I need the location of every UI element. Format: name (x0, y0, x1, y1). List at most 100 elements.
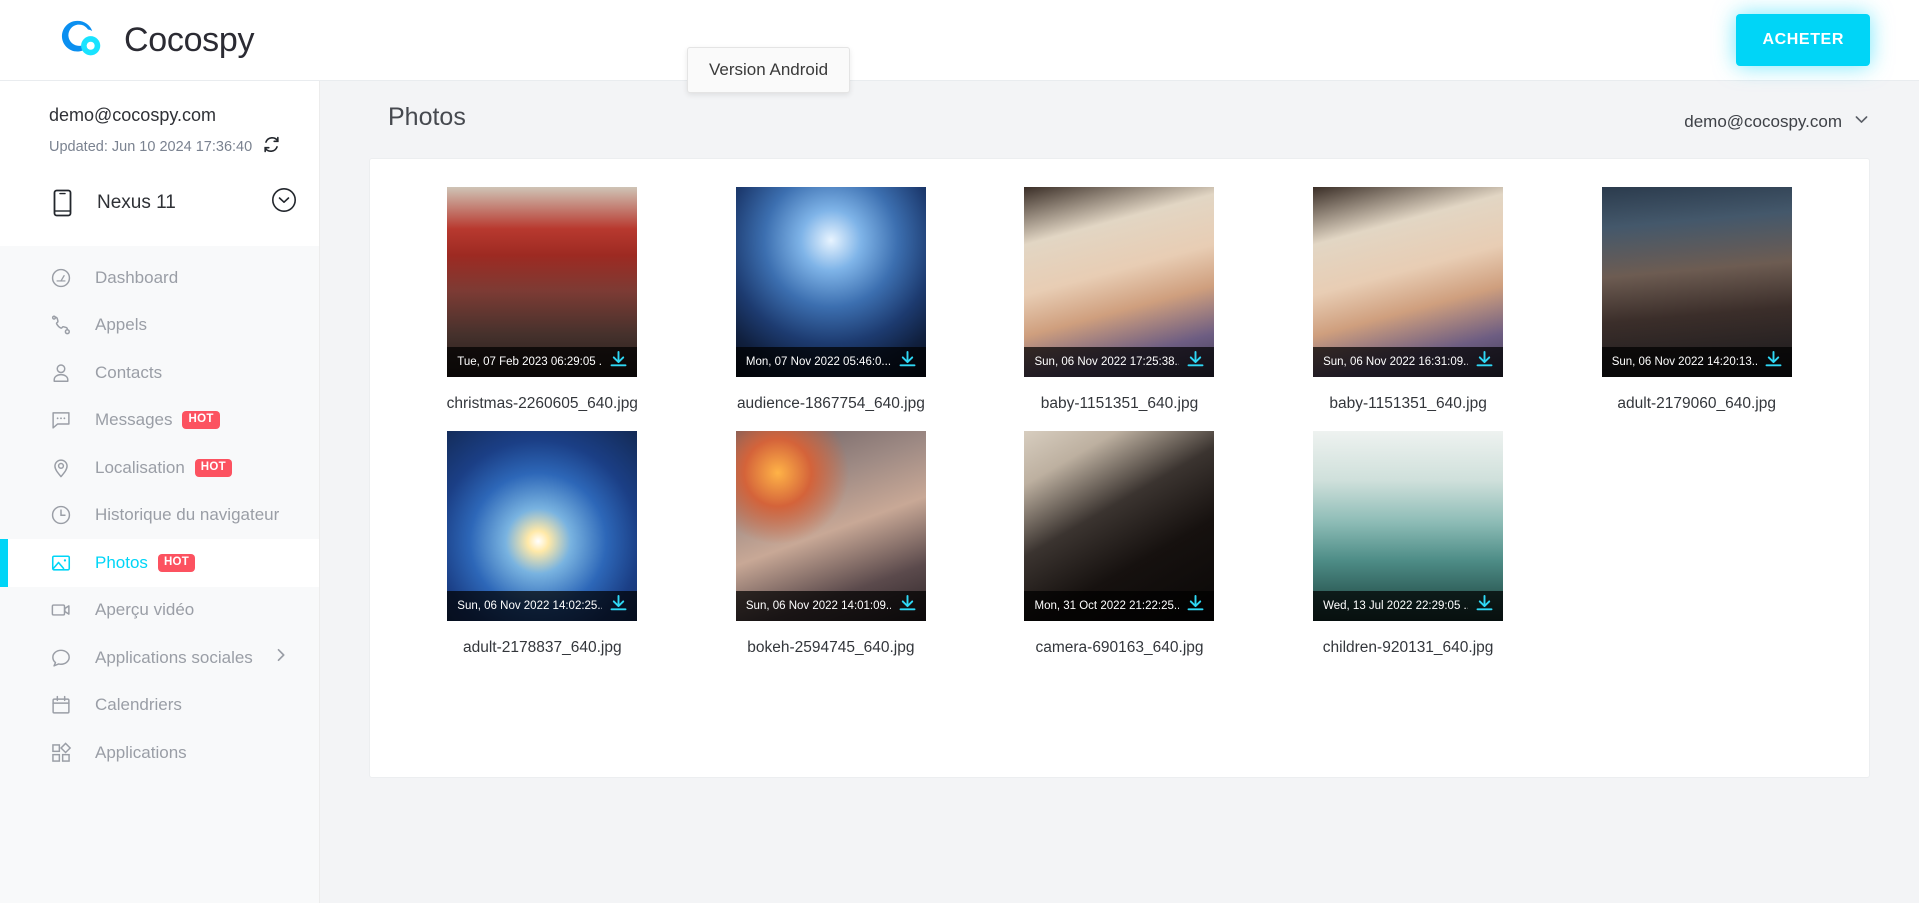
sidebar-item-label: Historique du navigateur (95, 505, 280, 525)
sidebar-item-photos[interactable]: Photos HOT (0, 539, 319, 587)
sidebar-item-dashboard[interactable]: Dashboard (0, 254, 319, 302)
top-bar-right: ACHETER (1736, 14, 1919, 66)
map-pin-icon (49, 457, 73, 479)
download-icon[interactable] (1185, 349, 1206, 375)
photo-overlay-bar: Sun, 06 Nov 2022 16:31:09... (1313, 347, 1504, 377)
calendar-icon (49, 694, 73, 716)
photo-overlay-bar: Mon, 07 Nov 2022 05:46:0... (735, 347, 926, 377)
photo-filename: children-920131_640.jpg (1322, 639, 1494, 656)
photo-timestamp: Sun, 06 Nov 2022 17:25:38... (1034, 356, 1180, 368)
sidebar-item-historique-du-navigateur[interactable]: Historique du navigateur (0, 492, 319, 540)
download-icon[interactable] (1474, 349, 1495, 375)
photo-item[interactable]: Sun, 06 Nov 2022 14:01:09... bokeh-259474… (687, 431, 976, 657)
sidebar-item-messages[interactable]: Messages HOT (0, 397, 319, 445)
photo-overlay-bar: Tue, 07 Feb 2023 06:29:05 ... (447, 347, 638, 377)
photo-item[interactable]: Sun, 06 Nov 2022 17:25:38... baby-1151351… (975, 187, 1264, 413)
video-camera-icon (49, 599, 73, 621)
photo-timestamp: Mon, 31 Oct 2022 21:22:25... (1034, 600, 1180, 612)
sidebar-item-label: Localisation (95, 457, 185, 477)
status-badge: HOT (194, 458, 232, 477)
main-content: Photos demo@cocospy.com Tue, 07 Feb 2023… (320, 81, 1919, 903)
photo-thumbnail[interactable]: Sun, 06 Nov 2022 16:31:09... (1313, 187, 1504, 377)
sidebar-item-label: Appels (95, 315, 147, 335)
photo-item[interactable]: Wed, 13 Jul 2022 22:29:05 ... children-92… (1264, 431, 1553, 657)
photo-item[interactable]: Sun, 06 Nov 2022 16:31:09... baby-1151351… (1264, 187, 1553, 413)
photo-overlay-bar: Wed, 13 Jul 2022 22:29:05 ... (1313, 591, 1504, 621)
photo-item[interactable]: Mon, 31 Oct 2022 21:22:25... camera-69016… (975, 431, 1264, 657)
chevron-right-icon[interactable] (273, 647, 289, 668)
account-email: demo@cocospy.com (49, 105, 217, 125)
phone-icon (49, 189, 75, 217)
page-title: Photos (388, 103, 466, 131)
sidebar-account: demo@cocospy.com Updated: Jun 10 2024 17… (0, 81, 319, 159)
sidebar-item-label: Dashboard (95, 267, 179, 287)
download-icon[interactable] (608, 593, 629, 619)
photo-thumbnail[interactable]: Wed, 13 Jul 2022 22:29:05 ... (1313, 431, 1504, 621)
download-icon[interactable] (1763, 349, 1784, 375)
sidebar-item-apercu-video[interactable]: Aperçu vidéo (0, 587, 319, 635)
photo-thumbnail[interactable]: Tue, 07 Feb 2023 06:29:05 ... (447, 187, 638, 377)
sidebar-item-label: Messages (95, 410, 173, 430)
photo-overlay-bar: Sun, 06 Nov 2022 14:20:13... (1601, 347, 1792, 377)
download-icon[interactable] (1474, 593, 1495, 619)
download-icon[interactable] (897, 349, 918, 375)
photo-item[interactable]: Tue, 07 Feb 2023 06:29:05 ... christmas-2… (398, 187, 687, 413)
sidebar-item-appels[interactable]: Appels (0, 302, 319, 350)
photo-timestamp: Sun, 06 Nov 2022 16:31:09... (1323, 356, 1469, 368)
photo-filename: bokeh-2594745_640.jpg (747, 639, 915, 656)
sidebar-item-label: Calendriers (95, 695, 182, 715)
account-menu-label: demo@cocospy.com (1684, 111, 1842, 131)
top-bar: Cocospy ACHETER (0, 0, 1919, 81)
download-icon[interactable] (608, 349, 629, 375)
sidebar-item-label: Applications (95, 742, 187, 762)
sidebar-item-localisation[interactable]: Localisation HOT (0, 444, 319, 492)
photo-overlay-bar: Sun, 06 Nov 2022 14:02:25... (447, 591, 638, 621)
brand[interactable]: Cocospy (60, 17, 254, 63)
photo-filename: audience-1867754_640.jpg (736, 395, 925, 412)
android-version-tooltip: Version Android (687, 47, 851, 93)
photo-item[interactable]: Sun, 06 Nov 2022 14:20:13... adult-217906… (1552, 187, 1841, 413)
buy-button[interactable]: ACHETER (1736, 14, 1870, 66)
chevron-down-circle-icon[interactable] (271, 187, 297, 218)
photo-thumbnail[interactable]: Mon, 31 Oct 2022 21:22:25... (1024, 431, 1215, 621)
photos-panel: Tue, 07 Feb 2023 06:29:05 ... christmas-2… (369, 158, 1870, 778)
speedometer-icon (49, 267, 73, 289)
sidebar: demo@cocospy.com Updated: Jun 10 2024 17… (0, 81, 320, 903)
photo-thumbnail[interactable]: Sun, 06 Nov 2022 14:02:25... (447, 431, 638, 621)
sidebar-item-calendriers[interactable]: Calendriers (0, 682, 319, 730)
sidebar-item-label: Applications sociales (95, 647, 253, 667)
body-area: demo@cocospy.com Updated: Jun 10 2024 17… (0, 81, 1919, 903)
photo-filename: adult-2179060_640.jpg (1617, 395, 1776, 412)
clock-icon (49, 504, 73, 526)
photo-filename: camera-690163_640.jpg (1035, 639, 1204, 656)
apps-grid-icon (49, 742, 73, 764)
sidebar-item-label: Contacts (95, 362, 163, 382)
photo-item[interactable]: Mon, 07 Nov 2022 05:46:0... audience-1867… (687, 187, 976, 413)
account-menu[interactable]: demo@cocospy.com (1684, 107, 1870, 133)
photo-item[interactable]: Sun, 06 Nov 2022 14:02:25... adult-217883… (398, 431, 687, 657)
download-icon[interactable] (897, 593, 918, 619)
photo-timestamp: Mon, 07 Nov 2022 05:46:0... (745, 356, 891, 368)
phone-call-icon (49, 314, 73, 336)
sidebar-item-applications-sociales[interactable]: Applications sociales (0, 634, 319, 682)
photo-timestamp: Sun, 06 Nov 2022 14:01:09... (745, 600, 891, 612)
photo-timestamp: Sun, 06 Nov 2022 14:02:25... (457, 600, 603, 612)
sidebar-item-applications[interactable]: Applications (0, 729, 319, 777)
download-icon[interactable] (1185, 593, 1206, 619)
photo-thumbnail[interactable]: Sun, 06 Nov 2022 14:20:13... (1601, 187, 1792, 377)
photo-thumbnail[interactable]: Sun, 06 Nov 2022 17:25:38... (1024, 187, 1215, 377)
sidebar-item-label: Aperçu vidéo (95, 600, 195, 620)
status-badge: HOT (182, 411, 220, 430)
photo-filename: baby-1151351_640.jpg (1040, 395, 1199, 412)
photo-filename: christmas-2260605_640.jpg (446, 395, 638, 412)
photo-timestamp: Wed, 13 Jul 2022 22:29:05 ... (1323, 600, 1469, 612)
photo-filename: adult-2178837_640.jpg (463, 639, 622, 656)
refresh-icon[interactable] (262, 135, 281, 159)
brand-name: Cocospy (124, 20, 255, 59)
photo-filename: baby-1151351_640.jpg (1329, 395, 1487, 412)
chevron-down-icon[interactable] (1853, 111, 1870, 133)
photo-thumbnail[interactable]: Mon, 07 Nov 2022 05:46:0... (735, 187, 926, 377)
device-selector[interactable]: Nexus 11 (0, 159, 319, 246)
sidebar-item-contacts[interactable]: Contacts (0, 349, 319, 397)
photo-thumbnail[interactable]: Sun, 06 Nov 2022 14:01:09... (735, 431, 926, 621)
